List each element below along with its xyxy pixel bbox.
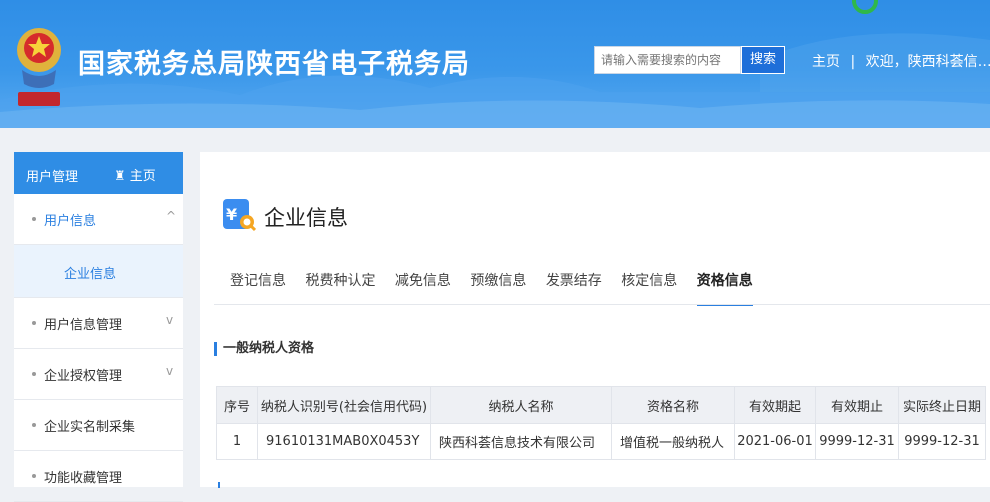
page-title: 企业信息 — [264, 206, 348, 230]
tab-registration[interactable]: 登记信息 — [230, 270, 286, 304]
site-title: 国家税务总局陕西省电子税务局 — [78, 49, 470, 80]
sidebar-item-authorization[interactable]: 企业授权管理 v — [14, 349, 183, 400]
table-cell: 陕西科荟信息技术有限公司 — [430, 423, 612, 460]
sidebar-home-link[interactable]: ♜ 主页 — [114, 165, 156, 184]
bullet-icon — [32, 474, 36, 478]
sidebar-item-label: 企业实名制采集 — [44, 420, 136, 435]
column-header: 纳税人识别号(社会信用代码) — [257, 386, 431, 424]
table-header-row: 序号 纳税人识别号(社会信用代码) 纳税人名称 资格名称 有效期起 有效期止 实… — [216, 386, 986, 424]
sidebar-item-label: 用户信息管理 — [44, 318, 123, 333]
sidebar-item-label: 功能收藏管理 — [44, 471, 123, 486]
sidebar: 用户管理 ♜ 主页 用户信息 ^ 企业信息 用户信息管理 v 企业授权管理 v … — [14, 152, 183, 502]
table-cell: 91610131MAB0X0453Y — [257, 423, 431, 460]
column-header: 有效期起 — [734, 386, 816, 424]
sidebar-item-user-info[interactable]: 用户信息 ^ — [14, 194, 183, 245]
table-cell: 增值税一般纳税人 — [611, 423, 735, 460]
search-field[interactable] — [594, 46, 747, 74]
tab-tax-type[interactable]: 税费种认定 — [305, 270, 375, 304]
bullet-icon — [32, 372, 36, 376]
home-link[interactable]: 主页 — [812, 54, 840, 70]
top-links: 主页 | 欢迎，陕西科荟信… | 退 — [812, 51, 990, 71]
search-input[interactable] — [595, 47, 747, 73]
tab-prepayment[interactable]: 预缴信息 — [470, 270, 526, 304]
invoice-search-icon: ¥ — [223, 199, 256, 232]
sidebar-item-favorites[interactable]: 功能收藏管理 — [14, 451, 183, 502]
home-icon: ♜ — [114, 169, 126, 184]
section-title: 一般纳税人资格 — [214, 342, 314, 356]
tab-divider — [214, 304, 990, 305]
table-cell: 1 — [216, 423, 258, 460]
qualification-table: 序号 纳税人识别号(社会信用代码) 纳税人名称 资格名称 有效期起 有效期止 实… — [216, 386, 986, 460]
bullet-icon — [32, 217, 36, 221]
sidebar-item-company-info[interactable]: 企业信息 — [14, 245, 183, 298]
sidebar-home-label: 主页 — [129, 169, 156, 184]
sidebar-header-label: 用户管理 — [26, 170, 79, 185]
table-cell: 9999-12-31 — [898, 423, 986, 460]
table-cell: 9999-12-31 — [815, 423, 899, 460]
column-header: 实际终止日期 — [898, 386, 986, 424]
top-banner: 国家税务总局陕西省电子税务局 搜索 主页 | 欢迎，陕西科荟信… | 退 — [0, 0, 990, 128]
bullet-icon — [32, 423, 36, 427]
tax-emblem-icon — [17, 28, 61, 106]
tab-exemption[interactable]: 减免信息 — [395, 270, 451, 304]
sidebar-item-real-name[interactable]: 企业实名制采集 — [14, 400, 183, 451]
tab-qualification[interactable]: 资格信息 — [696, 270, 753, 306]
bullet-icon — [32, 321, 36, 325]
table-row: 1 91610131MAB0X0453Y 陕西科荟信息技术有限公司 增值税一般纳… — [216, 423, 986, 460]
svg-text:¥: ¥ — [226, 205, 237, 224]
search-button[interactable]: 搜索 — [741, 46, 785, 74]
column-header: 序号 — [216, 386, 258, 424]
chevron-down-icon: v — [166, 313, 174, 327]
link-separator: | — [850, 54, 856, 70]
chevron-up-icon: ^ — [166, 209, 177, 223]
welcome-user-link[interactable]: 欢迎，陕西科荟信… — [866, 54, 990, 70]
column-header: 纳税人名称 — [430, 386, 612, 424]
next-section-marker — [218, 482, 220, 488]
chevron-down-icon: v — [166, 364, 174, 378]
sidebar-header: 用户管理 ♜ 主页 — [14, 152, 183, 194]
main-panel: ¥ 企业信息 登记信息 税费种认定 减免信息 预缴信息 发票结存 核定信息 资格… — [200, 152, 990, 488]
sidebar-item-label: 企业信息 — [64, 267, 117, 282]
sidebar-item-label: 企业授权管理 — [44, 369, 123, 384]
column-header: 有效期止 — [815, 386, 899, 424]
table-cell: 2021-06-01 — [734, 423, 816, 460]
tab-assessment[interactable]: 核定信息 — [621, 270, 677, 304]
sidebar-item-user-info-management[interactable]: 用户信息管理 v — [14, 298, 183, 349]
sidebar-item-label: 用户信息 — [44, 214, 97, 229]
tab-invoice-balance[interactable]: 发票结存 — [546, 270, 602, 304]
column-header: 资格名称 — [611, 386, 735, 424]
info-tabs: 登记信息 税费种认定 减免信息 预缴信息 发票结存 核定信息 资格信息 — [230, 270, 768, 306]
